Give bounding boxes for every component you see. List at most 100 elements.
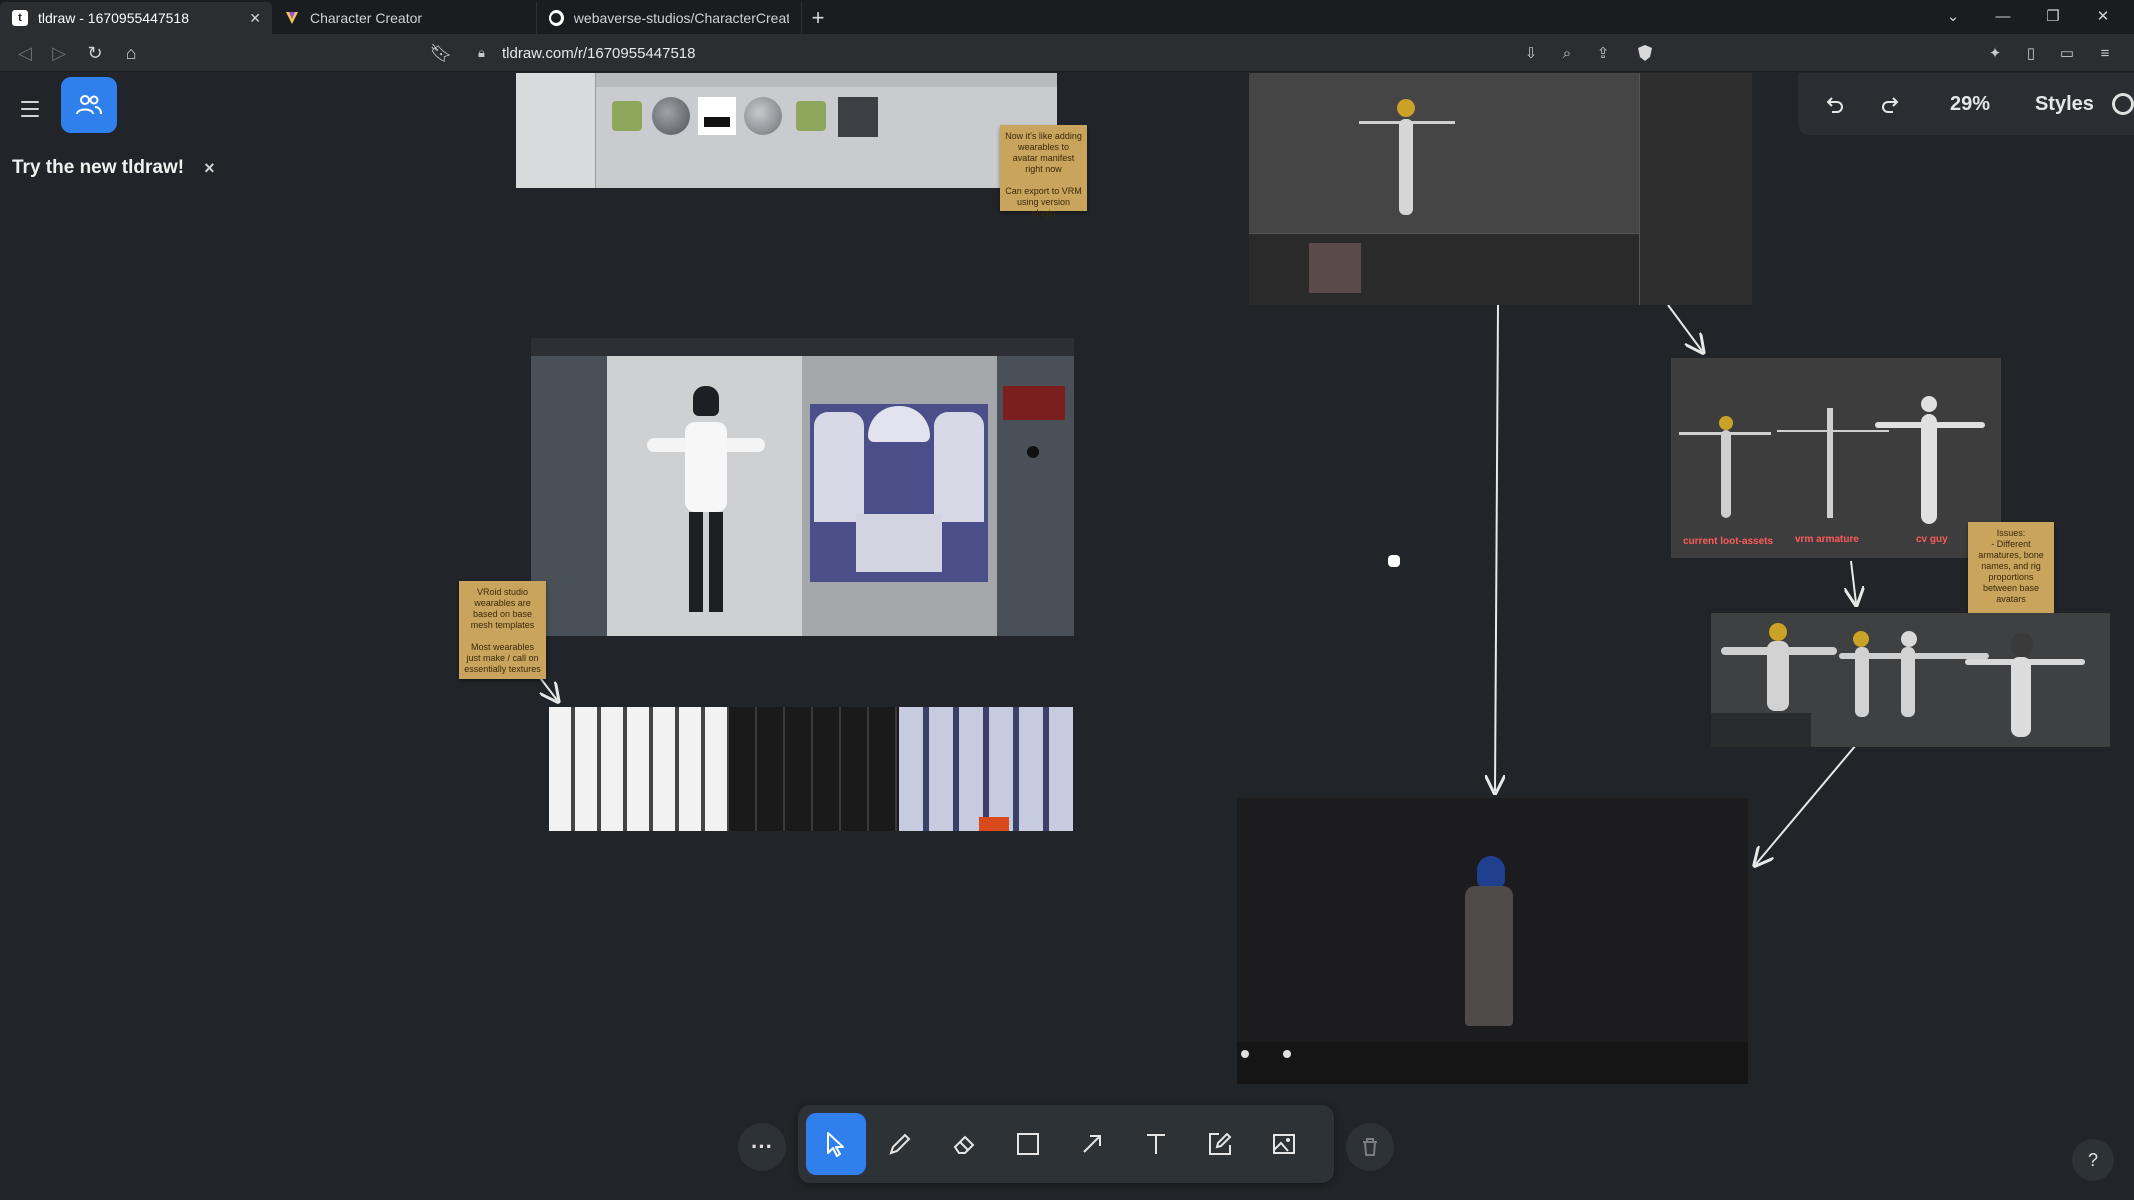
redo-icon <box>1882 97 1899 113</box>
blender-viewport <box>1249 73 1639 233</box>
home-icon[interactable]: ⌂ <box>118 40 144 66</box>
new-tab-button[interactable]: + <box>802 2 834 34</box>
asset-thumb <box>744 97 782 135</box>
multiplayer-button[interactable] <box>61 77 117 133</box>
forward-icon[interactable]: ▷ <box>46 40 72 66</box>
tab-tldraw[interactable]: t tldraw - 1670955447518 ✕ <box>0 2 272 34</box>
url-field[interactable]: 🔒︎ tldraw.com/r/1670955447518 <box>462 39 1642 67</box>
screenshot-vroid-studio[interactable] <box>531 338 1074 636</box>
blender-outliner <box>1639 73 1752 305</box>
image-tool[interactable] <box>1254 1113 1314 1175</box>
character-hair <box>693 386 719 416</box>
sidebar-icon[interactable]: ▯ <box>2020 42 2042 64</box>
close-window-icon[interactable]: ✕ <box>2080 0 2126 32</box>
arrow-armatures-to-avatars <box>1851 560 1856 603</box>
select-tool[interactable] <box>806 1113 866 1175</box>
bookmark-icon[interactable]: 🔖︎ <box>428 40 454 66</box>
redo-button[interactable] <box>1866 82 1918 126</box>
sticky-note-tool[interactable] <box>1190 1113 1250 1175</box>
atlas-white <box>549 707 729 831</box>
rectangle-icon <box>1017 1133 1039 1155</box>
minimize-icon[interactable]: — <box>1980 0 2026 32</box>
tab-character-creator[interactable]: Character Creator <box>272 2 537 34</box>
wallet-icon[interactable]: ▭ <box>2056 42 2078 64</box>
brave-shield-icon[interactable] <box>1634 42 1656 64</box>
close-tab-icon[interactable]: ✕ <box>249 10 261 27</box>
avatar-body <box>1767 641 1789 711</box>
zoom-menu-button[interactable]: 29% <box>1927 82 2012 126</box>
promo-text: Try the new tldraw! <box>12 157 185 178</box>
reload-icon[interactable]: ↻ <box>82 40 108 66</box>
arrow-tool[interactable] <box>1062 1113 1122 1175</box>
sticky-note-blender[interactable]: Now it's like adding wearables to avatar… <box>1000 125 1087 218</box>
install-app-icon[interactable]: ⇩ <box>1520 42 1542 64</box>
screenshot-asset-browser[interactable] <box>516 73 1057 188</box>
draw-tool[interactable] <box>870 1113 930 1175</box>
armature-head <box>1719 416 1733 430</box>
atlas-blue <box>899 707 1073 831</box>
blender-timeline <box>1249 233 1639 305</box>
asset-thumb <box>838 97 878 137</box>
rectangle-tool[interactable] <box>998 1113 1058 1175</box>
avatar-head <box>1901 631 1917 647</box>
share-icon[interactable]: ⇪ <box>1592 42 1614 64</box>
back-icon[interactable]: ◁ <box>12 40 38 66</box>
style-color-icon[interactable] <box>2112 93 2134 115</box>
arrow-blender-to-armatures <box>1667 304 1702 351</box>
tab-github[interactable]: webaverse-studios/CharacterCreator: <box>537 2 802 34</box>
screenshot-texture-atlases[interactable] <box>549 707 1073 831</box>
asset-tree <box>516 73 596 188</box>
vroid-toolbar <box>531 338 1074 356</box>
figure-body <box>1399 119 1413 215</box>
cursor-icon <box>827 1132 844 1157</box>
toolbar-dot <box>1241 1050 1249 1058</box>
label-cv-guy: cv guy <box>1916 534 1948 545</box>
asset-thumb <box>698 97 736 135</box>
note-icon <box>1209 1132 1232 1155</box>
eraser-icon <box>953 1135 975 1154</box>
avatar-head <box>1853 631 1869 647</box>
github-icon <box>549 10 564 26</box>
figure-head <box>1397 99 1415 117</box>
text-tool[interactable] <box>1126 1113 1186 1175</box>
asset-thumb <box>612 101 642 131</box>
sticky-note-vroid[interactable]: VRoid studio wearables are based on base… <box>459 581 546 679</box>
delete-button[interactable] <box>1346 1123 1394 1171</box>
browser-menu-icon[interactable]: ≡ <box>2094 42 2116 64</box>
url-text: tldraw.com/r/1670955447518 <box>502 44 696 62</box>
tldraw-icon: t <box>12 10 28 26</box>
character-coat <box>1465 886 1513 1026</box>
tab-title: tldraw - 1670955447518 <box>38 10 190 26</box>
screenshot-blender[interactable] <box>1249 73 1752 305</box>
screenshot-character-result[interactable] <box>1237 798 1748 1084</box>
sticky-note-issues[interactable]: Issues: - Different armatures, bone name… <box>1968 522 2054 617</box>
restore-icon[interactable]: ❐ <box>2030 0 2076 32</box>
arrow-avatars-to-result <box>1756 744 1857 864</box>
screenshot-avatars[interactable] <box>1711 613 2110 747</box>
styles-button[interactable]: Styles <box>2017 82 2112 126</box>
more-tools-button[interactable]: ··· <box>738 1123 786 1171</box>
promo-close-button[interactable]: × <box>204 158 215 179</box>
arrow-blender-to-result <box>1495 304 1498 791</box>
tab-title: webaverse-studios/CharacterCreator: <box>573 10 789 26</box>
zoom-icon[interactable]: ⌕ <box>1556 42 1578 64</box>
character-leg <box>689 512 703 612</box>
tldraw-canvas[interactable]: Now it's like adding wearables to avatar… <box>0 73 2134 1200</box>
main-menu-button[interactable] <box>14 93 46 125</box>
extensions-icon[interactable]: ✦ <box>1984 42 2006 64</box>
mannequin-body <box>1921 414 1937 524</box>
help-button[interactable]: ? <box>2072 1139 2114 1181</box>
tab-list-chevron-icon[interactable]: ⌄ <box>1930 0 1976 32</box>
users-icon <box>76 95 102 115</box>
eraser-tool[interactable] <box>934 1113 994 1175</box>
color-picker <box>1003 386 1065 420</box>
tab-title: Character Creator <box>310 10 423 26</box>
label-current-loot-assets: current loot-assets <box>1683 536 1774 547</box>
armature-arms <box>1777 430 1889 432</box>
promo-banner: Try the new tldraw! × <box>12 157 215 179</box>
mannequin-head <box>1921 396 1937 412</box>
undo-button[interactable] <box>1808 82 1860 126</box>
screenshot-armatures[interactable]: current loot-assets vrm armature cv guy <box>1671 358 2001 558</box>
toolbar-dot <box>1283 1050 1291 1058</box>
browser-tab-bar: t tldraw - 1670955447518 ✕ Character Cre… <box>0 0 2134 34</box>
